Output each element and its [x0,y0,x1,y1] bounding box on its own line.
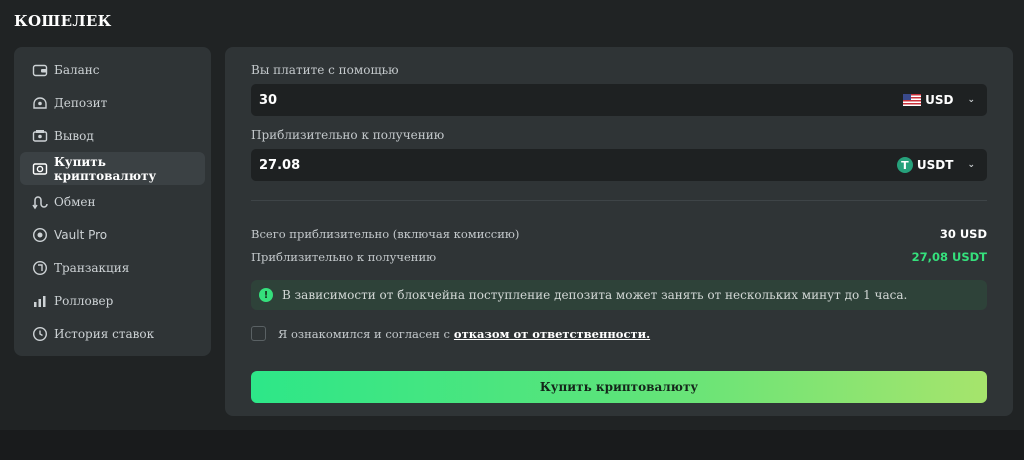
sidebar-item-label: Ролловер [54,293,114,308]
vault-icon [32,227,48,243]
sidebar-item-label: Vault Pro [54,227,108,242]
pay-currency-label: USD [925,93,954,107]
sidebar-item-label: Вывод [54,128,94,143]
deposit-notice: ! В зависимости от блокчейна поступление… [251,280,987,310]
sidebar-item-label: Транзакция [54,260,130,275]
agreement-row: Я ознакомился и согласен с отказом от от… [251,326,650,341]
sidebar-item-transaction[interactable]: Транзакция [20,251,205,284]
receive-label: Приблизительно к получению [251,128,445,142]
buy-crypto-panel: Вы платите с помощью USD ⌄ Приблизительн… [225,47,1013,416]
divider [251,200,987,201]
summary-total-label: Всего приблизительно (включая комиссию) [251,227,520,241]
transaction-icon [32,260,48,276]
deposit-icon [32,95,48,111]
summary-total-row: Всего приблизительно (включая комиссию) … [251,227,987,241]
clock-icon [32,326,48,342]
receive-currency-select[interactable]: T USDT ⌄ [896,157,975,173]
summary-receive-row: Приблизительно к получению 27,08 USDT [251,250,987,264]
buy-crypto-button[interactable]: Купить криптовалюту [251,371,987,403]
page-title: КОШЕЛЕК [14,12,112,30]
sidebar-item-buy-crypto[interactable]: Купить криптовалюту [20,152,205,185]
receive-amount-input[interactable] [259,157,659,173]
agreement-checkbox[interactable] [251,326,266,341]
sidebar-item-rollover[interactable]: Ролловер [20,284,205,317]
chevron-down-icon: ⌄ [967,95,975,105]
pay-amount-input[interactable] [259,92,659,108]
rollover-icon [32,293,48,309]
info-icon: ! [259,288,273,302]
sidebar-item-label: История ставок [54,326,155,341]
us-flag-icon [903,94,922,106]
footer-strip [0,430,1024,460]
notice-text: В зависимости от блокчейна поступление д… [282,288,908,302]
sidebar-item-label: Депозит [54,95,108,110]
sidebar-item-vault-pro[interactable]: Vault Pro [20,218,205,251]
wallet-sidebar: Баланс Депозит Вывод Купить криптовалюту… [14,47,211,356]
disclaimer-link[interactable]: отказом от ответственности. [454,327,650,341]
withdraw-icon [32,128,48,144]
sidebar-item-withdraw[interactable]: Вывод [20,119,205,152]
pay-currency-select[interactable]: USD ⌄ [903,93,975,107]
buy-crypto-icon [32,161,48,177]
sidebar-item-label: Обмен [54,194,96,209]
pay-field: USD ⌄ [251,84,987,116]
receive-field: T USDT ⌄ [251,149,987,181]
agreement-text: Я ознакомился и согласен с [278,326,450,341]
sidebar-item-exchange[interactable]: Обмен [20,185,205,218]
wallet-icon [32,62,48,78]
summary-receive-label: Приблизительно к получению [251,250,437,264]
chevron-down-icon: ⌄ [967,160,975,170]
summary-total-value: 30 USD [939,227,987,241]
pay-label: Вы платите с помощью [251,63,399,77]
summary-receive-value: 27,08 USDT [911,250,987,264]
receive-currency-label: USDT [916,158,954,172]
exchange-icon [32,194,48,210]
sidebar-item-label: Баланс [54,62,100,77]
sidebar-item-bet-history[interactable]: История ставок [20,317,205,350]
sidebar-item-label: Купить криптовалюту [54,154,157,183]
tether-icon: T [896,157,913,173]
sidebar-item-balance[interactable]: Баланс [20,53,205,86]
sidebar-item-deposit[interactable]: Депозит [20,86,205,119]
